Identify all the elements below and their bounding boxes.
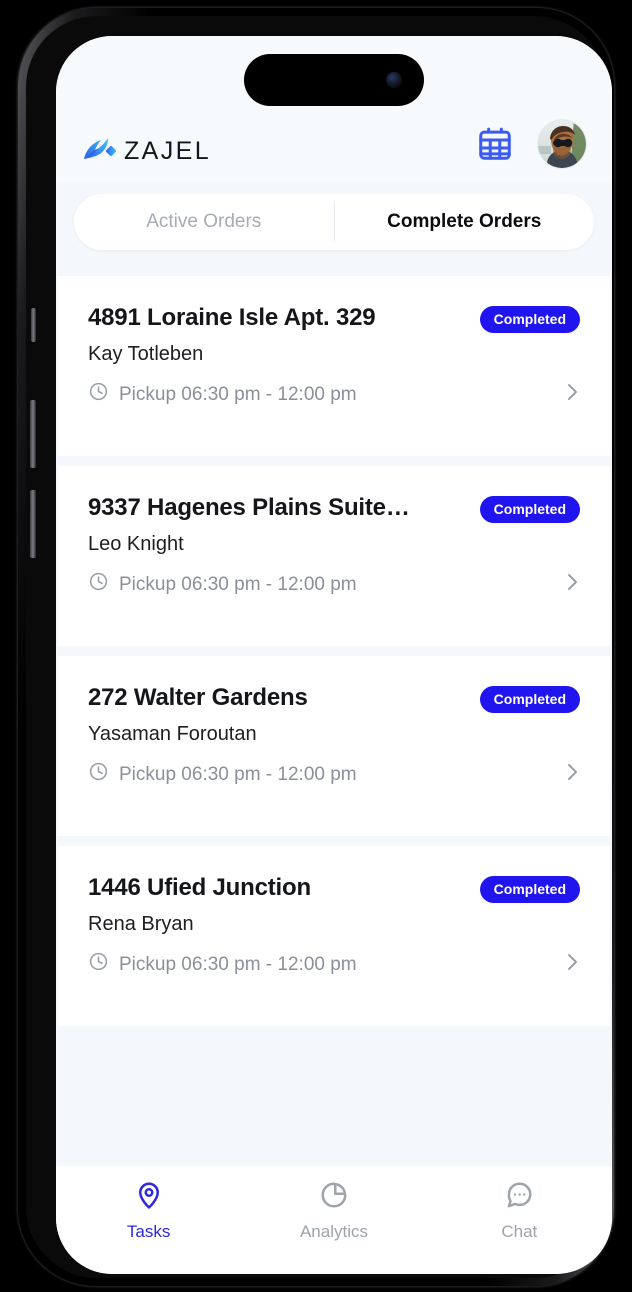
order-card-top: 1446 Ufied Junction Completed (88, 874, 580, 904)
phone-device-frame: ZAJEL Active Orders Complete Orders 4891… (18, 8, 614, 1286)
brand-name: ZAJEL (124, 137, 212, 165)
order-pickup: Pickup 06:30 pm - 12:00 pm (88, 761, 357, 788)
clock-icon (88, 951, 109, 978)
clock-icon (88, 761, 109, 788)
nav-item-analytics[interactable]: Analytics (274, 1180, 394, 1242)
nav-item-chat-label: Chat (501, 1222, 538, 1241)
order-address: 4891 Loraine Isle Apt. 329 (88, 304, 376, 331)
tab-active-orders[interactable]: Active Orders (74, 194, 334, 250)
order-address: 9337 Hagenes Plains Suite… (88, 494, 410, 521)
order-card-bottom: Pickup 06:30 pm - 12:00 pm (88, 760, 580, 789)
tab-complete-orders[interactable]: Complete Orders (335, 194, 595, 250)
order-card-top: 272 Walter Gardens Completed (88, 684, 580, 714)
order-card-bottom: Pickup 06:30 pm - 12:00 pm (88, 570, 580, 599)
order-card[interactable]: 4891 Loraine Isle Apt. 329 Completed Kay… (58, 276, 610, 456)
front-camera-icon (386, 72, 402, 88)
order-address: 272 Walter Gardens (88, 684, 308, 711)
order-person: Rena Bryan (88, 913, 194, 936)
order-person: Yasaman Foroutan (88, 723, 257, 746)
dynamic-island (244, 54, 424, 106)
clock-icon (88, 571, 109, 598)
dove-bird-logo-icon (82, 135, 116, 168)
screenshot-stage: ZAJEL Active Orders Complete Orders 4891… (0, 0, 632, 1292)
status-badge: Completed (479, 686, 580, 714)
nav-item-tasks-label: Tasks (126, 1222, 171, 1241)
order-pickup-text: Pickup 06:30 pm - 12:00 pm (119, 763, 357, 785)
order-pickup-text: Pickup 06:30 pm - 12:00 pm (119, 953, 357, 975)
mute-switch-button[interactable] (31, 308, 36, 342)
volume-down-button[interactable] (30, 490, 36, 558)
status-badge: Completed (479, 306, 580, 334)
order-pickup: Pickup 06:30 pm - 12:00 pm (88, 571, 357, 598)
brand-logo[interactable]: ZAJEL (82, 135, 211, 168)
order-address: 1446 Ufied Junction (88, 874, 311, 901)
orders-list[interactable]: 4891 Loraine Isle Apt. 329 Completed Kay… (56, 276, 612, 1166)
avatar[interactable] (538, 120, 586, 168)
order-card-top: 4891 Loraine Isle Apt. 329 Completed (88, 304, 580, 334)
order-pickup-text: Pickup 06:30 pm - 12:00 pm (119, 383, 357, 405)
order-card[interactable]: 9337 Hagenes Plains Suite… Completed Leo… (58, 466, 610, 646)
header-actions (476, 120, 586, 168)
calendar-icon[interactable] (476, 125, 514, 163)
order-person: Leo Knight (88, 533, 184, 556)
order-card-bottom: Pickup 06:30 pm - 12:00 pm (88, 950, 580, 979)
order-card-top: 9337 Hagenes Plains Suite… Completed (88, 494, 580, 524)
nav-item-tasks[interactable]: Tasks (89, 1180, 209, 1242)
volume-up-button[interactable] (30, 400, 36, 468)
orders-tabs: Active Orders Complete Orders (74, 194, 594, 250)
location-pin-icon (134, 1180, 164, 1215)
chevron-right-icon[interactable] (566, 570, 580, 599)
orders-tabs-container: Active Orders Complete Orders (56, 182, 612, 268)
order-card[interactable]: 1446 Ufied Junction Completed Rena Bryan… (58, 846, 610, 1026)
phone-screen: ZAJEL Active Orders Complete Orders 4891… (56, 36, 612, 1274)
nav-item-analytics-label: Analytics (299, 1222, 368, 1241)
tab-active-orders-label: Active Orders (146, 211, 262, 232)
chevron-right-icon[interactable] (566, 380, 580, 409)
status-badge: Completed (479, 876, 580, 904)
status-badge: Completed (479, 496, 580, 524)
order-pickup-text: Pickup 06:30 pm - 12:00 pm (119, 573, 357, 595)
order-card[interactable]: 272 Walter Gardens Completed Yasaman For… (58, 656, 610, 836)
order-card-bottom: Pickup 06:30 pm - 12:00 pm (88, 380, 580, 409)
chat-bubble-icon (504, 1180, 534, 1215)
clock-icon (88, 381, 109, 408)
order-pickup: Pickup 06:30 pm - 12:00 pm (88, 951, 357, 978)
tab-complete-orders-label: Complete Orders (387, 211, 542, 232)
pie-chart-icon (319, 1180, 349, 1215)
chevron-right-icon[interactable] (566, 950, 580, 979)
order-pickup: Pickup 06:30 pm - 12:00 pm (88, 381, 357, 408)
order-person: Kay Totleben (88, 343, 204, 366)
chevron-right-icon[interactable] (566, 760, 580, 789)
nav-item-chat[interactable]: Chat (459, 1180, 579, 1242)
bottom-navigation: Tasks Analytics Chat (56, 1166, 612, 1274)
